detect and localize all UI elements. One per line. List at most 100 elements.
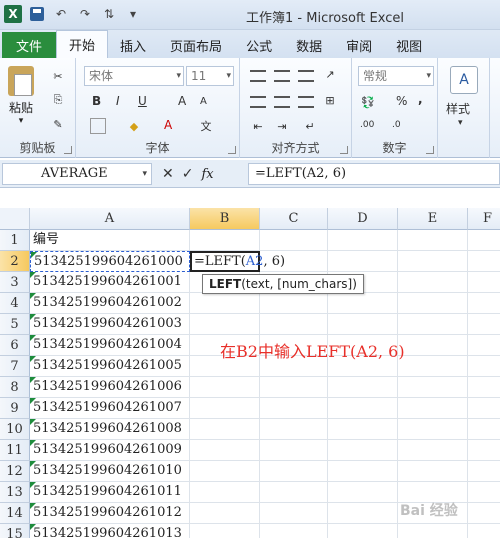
- align-middle-icon[interactable]: [274, 70, 290, 82]
- format-painter-icon[interactable]: ✎: [50, 116, 66, 132]
- column-header-d[interactable]: D: [328, 208, 398, 230]
- grow-font-button[interactable]: A: [178, 94, 186, 108]
- cell-c8[interactable]: [260, 377, 328, 398]
- cell-e8[interactable]: [398, 377, 468, 398]
- cell-d10[interactable]: [328, 419, 398, 440]
- cell-e6[interactable]: [398, 335, 468, 356]
- bold-button[interactable]: B: [92, 94, 101, 108]
- tab-home[interactable]: 开始: [56, 30, 109, 58]
- cell-a9[interactable]: 513425199604261007: [30, 398, 190, 419]
- name-box[interactable]: AVERAGE ▾: [2, 163, 152, 185]
- cell-a3[interactable]: 513425199604261001: [30, 272, 190, 293]
- cell-c1[interactable]: [260, 230, 328, 251]
- phonetic-icon[interactable]: 文: [198, 118, 214, 134]
- row-header[interactable]: 15: [0, 524, 30, 538]
- cell-b2[interactable]: =LEFT(A2, 6): [190, 251, 285, 272]
- cell-b15[interactable]: [190, 524, 260, 538]
- column-header-a[interactable]: A: [30, 208, 190, 230]
- increase-decimal-button[interactable]: .00: [360, 120, 374, 130]
- styles-button[interactable]: 样式: [446, 100, 470, 117]
- cell-d13[interactable]: [328, 482, 398, 503]
- row-header[interactable]: 5: [0, 314, 30, 335]
- cell-b14[interactable]: [190, 503, 260, 524]
- cell-c9[interactable]: [260, 398, 328, 419]
- clipboard-launcher-icon[interactable]: [64, 146, 72, 154]
- cell-f13[interactable]: [468, 482, 500, 503]
- tab-review[interactable]: 审阅: [334, 32, 384, 58]
- cell-e12[interactable]: [398, 461, 468, 482]
- column-header-e[interactable]: E: [398, 208, 468, 230]
- cancel-icon[interactable]: ✕: [162, 166, 174, 182]
- cell-b9[interactable]: [190, 398, 260, 419]
- cell-b1[interactable]: [190, 230, 260, 251]
- cell-a6[interactable]: 513425199604261004: [30, 335, 190, 356]
- cell-d8[interactable]: [328, 377, 398, 398]
- cell-c11[interactable]: [260, 440, 328, 461]
- cell-f3[interactable]: [468, 272, 500, 293]
- cell-d1[interactable]: [328, 230, 398, 251]
- row-header[interactable]: 12: [0, 461, 30, 482]
- styles-dropdown-icon[interactable]: ▾: [458, 118, 463, 128]
- cell-d5[interactable]: [328, 314, 398, 335]
- cell-e11[interactable]: [398, 440, 468, 461]
- cell-a12[interactable]: 513425199604261010: [30, 461, 190, 482]
- percent-button[interactable]: %: [396, 94, 407, 108]
- tab-view[interactable]: 视图: [384, 32, 434, 58]
- cell-c12[interactable]: [260, 461, 328, 482]
- cell-d12[interactable]: [328, 461, 398, 482]
- tab-formulas[interactable]: 公式: [234, 32, 284, 58]
- cell-c13[interactable]: [260, 482, 328, 503]
- cell-a7[interactable]: 513425199604261005: [30, 356, 190, 377]
- column-header-f[interactable]: F: [468, 208, 500, 230]
- cell-e2[interactable]: [398, 251, 468, 272]
- decrease-indent-icon[interactable]: ⇤: [250, 118, 266, 134]
- tab-file[interactable]: 文件: [2, 32, 57, 58]
- cell-b12[interactable]: [190, 461, 260, 482]
- tooltip-function-name[interactable]: LEFT: [209, 277, 241, 291]
- cell-f12[interactable]: [468, 461, 500, 482]
- tab-data[interactable]: 数据: [284, 32, 334, 58]
- cell-e5[interactable]: [398, 314, 468, 335]
- cell-a5[interactable]: 513425199604261003: [30, 314, 190, 335]
- row-header[interactable]: 13: [0, 482, 30, 503]
- cell-b11[interactable]: [190, 440, 260, 461]
- cell-f2[interactable]: [468, 251, 500, 272]
- align-bottom-icon[interactable]: [298, 70, 314, 82]
- cell-b10[interactable]: [190, 419, 260, 440]
- tab-page-layout[interactable]: 页面布局: [158, 32, 234, 58]
- cell-e4[interactable]: [398, 293, 468, 314]
- row-header[interactable]: 11: [0, 440, 30, 461]
- decrease-decimal-button[interactable]: .0: [392, 120, 401, 130]
- formula-input[interactable]: =LEFT(A2, 6): [248, 163, 500, 185]
- font-size-combo[interactable]: 11 ▾: [186, 66, 234, 86]
- cell-a13[interactable]: 513425199604261011: [30, 482, 190, 503]
- align-center-icon[interactable]: [274, 96, 290, 108]
- cell-f15[interactable]: [468, 524, 500, 538]
- row-header[interactable]: 1: [0, 230, 30, 251]
- cell-b13[interactable]: [190, 482, 260, 503]
- align-left-icon[interactable]: [250, 96, 266, 108]
- cell-e15[interactable]: [398, 524, 468, 538]
- cell-e1[interactable]: [398, 230, 468, 251]
- cell-e9[interactable]: [398, 398, 468, 419]
- row-header[interactable]: 9: [0, 398, 30, 419]
- column-header-c[interactable]: C: [260, 208, 328, 230]
- cell-a4[interactable]: 513425199604261002: [30, 293, 190, 314]
- row-header[interactable]: 3: [0, 272, 30, 293]
- cell-c14[interactable]: [260, 503, 328, 524]
- cell-d11[interactable]: [328, 440, 398, 461]
- cell-f4[interactable]: [468, 293, 500, 314]
- cell-f14[interactable]: [468, 503, 500, 524]
- fill-color-icon[interactable]: ◆: [126, 118, 142, 134]
- alignment-launcher-icon[interactable]: [340, 146, 348, 154]
- paste-button[interactable]: 粘贴 ▾: [8, 66, 34, 126]
- cell-f5[interactable]: [468, 314, 500, 335]
- cell-d15[interactable]: [328, 524, 398, 538]
- cell-e3[interactable]: [398, 272, 468, 293]
- cell-a8[interactable]: 513425199604261006: [30, 377, 190, 398]
- cell-f1[interactable]: [468, 230, 500, 251]
- cell-b4[interactable]: [190, 293, 260, 314]
- merge-icon[interactable]: ⊞: [322, 92, 338, 108]
- align-right-icon[interactable]: [298, 96, 314, 108]
- cell-a14[interactable]: 513425199604261012: [30, 503, 190, 524]
